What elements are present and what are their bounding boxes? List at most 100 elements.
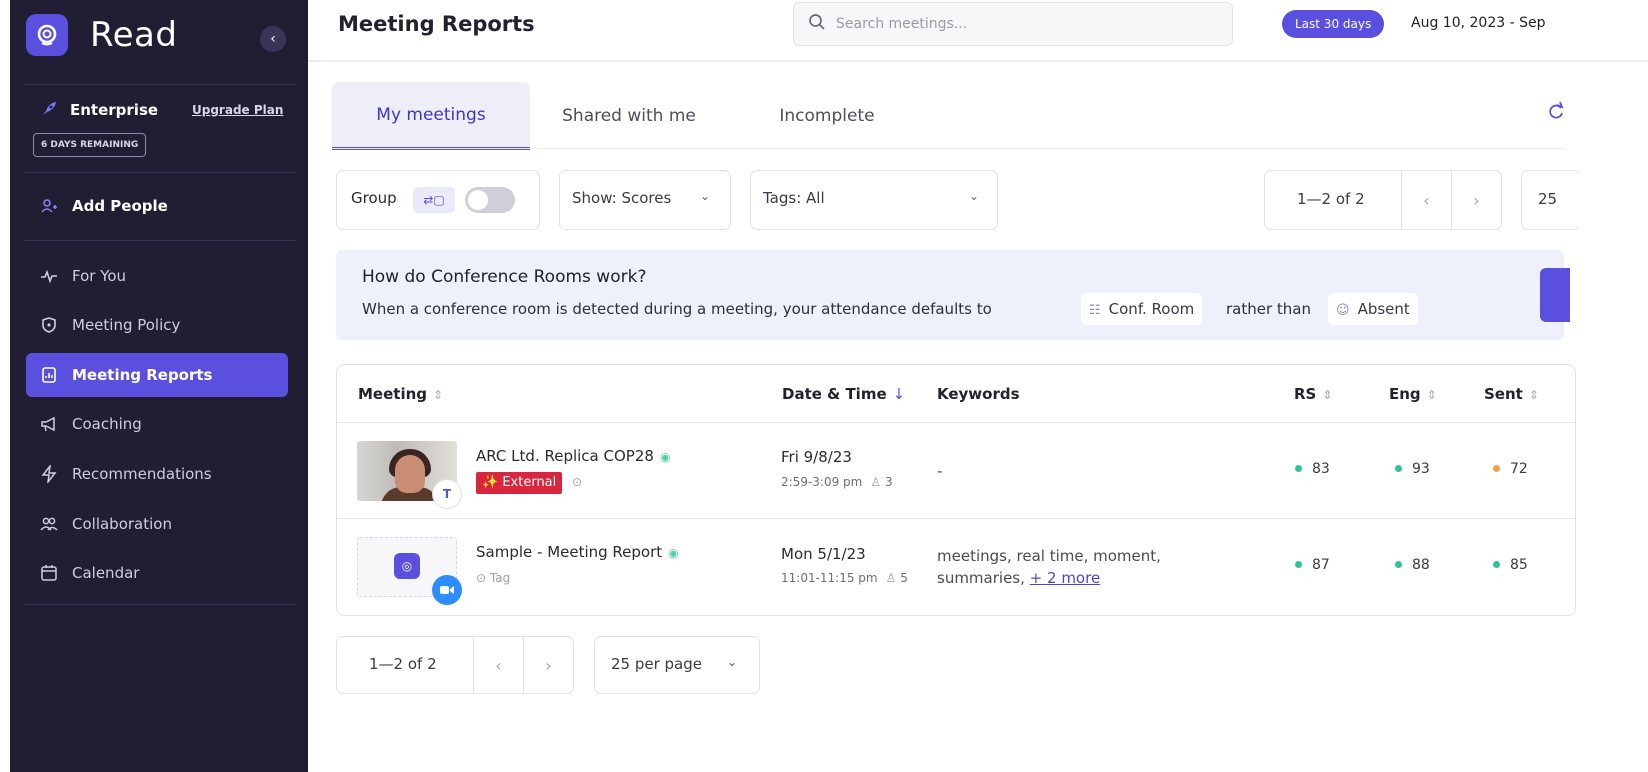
add-people-button[interactable]: Add People — [26, 184, 288, 228]
people-icon: ☷ — [1089, 303, 1101, 318]
date-range-picker[interactable]: Aug 10, 2023 - Sep — [1411, 15, 1648, 31]
attendees-icon: ♙ — [885, 571, 901, 585]
col-meeting-label: Meeting — [358, 385, 428, 403]
score-dot — [1493, 560, 1500, 568]
sent-score: 72 — [1493, 461, 1528, 477]
tags-select[interactable]: Tags: All ⌄ — [750, 170, 998, 230]
next-page-button[interactable]: › — [1451, 171, 1501, 229]
conf-room-label: Conf. Room — [1108, 300, 1195, 318]
sidebar-item-coaching[interactable]: Coaching — [26, 402, 288, 446]
attendees-icon: ♙ — [870, 475, 885, 489]
sidebar-item-collaboration[interactable]: Collaboration — [26, 502, 288, 546]
search-box[interactable] — [793, 2, 1233, 46]
row-divider — [337, 422, 1575, 423]
more-keywords-link[interactable]: + 2 more — [1030, 569, 1101, 587]
upgrade-plan-link[interactable]: Upgrade Plan — [192, 103, 283, 117]
score-dot — [1493, 464, 1500, 472]
col-date-time[interactable]: Date & Time ↓ — [782, 385, 905, 403]
next-page-button[interactable]: › — [523, 637, 573, 693]
per-page-select-top[interactable]: 25 — [1521, 170, 1581, 230]
shield-icon — [40, 316, 58, 334]
banner-action-button[interactable] — [1540, 268, 1570, 322]
conference-room-banner: How do Conference Rooms work? When a con… — [336, 250, 1564, 340]
header-divider — [308, 60, 1648, 62]
collapse-sidebar-button[interactable]: ‹ — [260, 26, 286, 52]
show-select-value: Show: Scores — [572, 189, 672, 207]
sidebar-item-recommendations[interactable]: Recommendations — [26, 452, 288, 496]
tab-my-meetings[interactable]: My meetings — [332, 82, 530, 150]
sidebar: Read ‹ Enterprise Upgrade Plan 6 DAYS RE… — [10, 0, 308, 772]
search-input[interactable] — [836, 16, 1216, 32]
tab-incomplete[interactable]: Incomplete — [728, 82, 926, 150]
sidebar-item-calendar[interactable]: Calendar — [26, 551, 288, 595]
read-logo-icon — [26, 14, 68, 56]
zoom-icon — [432, 575, 462, 605]
sidebar-item-label: Collaboration — [72, 515, 172, 533]
meeting-time: 2:59-3:09 pm ♙ 3 — [781, 475, 893, 489]
keywords: meetings, real time, moment, summaries, +… — [937, 545, 1161, 589]
sort-icon: ⇕ — [1322, 388, 1333, 402]
keywords-line: summaries, — [937, 569, 1025, 587]
rs-value: 87 — [1312, 557, 1330, 573]
score-dot — [1295, 464, 1302, 472]
thumbnail-face — [395, 455, 425, 493]
per-page-select[interactable]: 25 per page ⌄ — [594, 636, 760, 694]
banner-title: How do Conference Rooms work? — [362, 267, 647, 287]
verified-icon: ◉ — [668, 546, 679, 560]
group-toggle[interactable] — [465, 187, 515, 213]
per-page-value: 25 — [1538, 190, 1558, 208]
col-sent[interactable]: Sent ⇕ — [1484, 385, 1539, 403]
refresh-icon[interactable] — [1548, 100, 1564, 125]
meeting-title-text: Sample - Meeting Report — [476, 543, 663, 561]
eng-score: 88 — [1395, 557, 1430, 573]
group-control: Group ⇄▢ — [336, 170, 540, 230]
sort-icon: ⇕ — [433, 388, 444, 402]
plan-name: Enterprise — [70, 101, 159, 119]
rs-score: 83 — [1295, 461, 1330, 477]
add-person-icon — [40, 197, 58, 215]
keywords: - — [937, 462, 943, 480]
meeting-title[interactable]: ARC Ltd. Replica COP28 ◉ — [476, 447, 670, 465]
col-eng[interactable]: Eng ⇕ — [1389, 385, 1437, 403]
sidebar-item-meeting-policy[interactable]: Meeting Policy — [26, 303, 288, 347]
attendee-count: 5 — [900, 571, 908, 585]
sidebar-item-label: Calendar — [72, 564, 140, 582]
bolt-icon — [40, 465, 58, 483]
tag-label: Tag — [489, 571, 511, 585]
banner-text-middle: rather than — [1226, 300, 1311, 318]
sidebar-item-for-you[interactable]: For You — [26, 254, 288, 298]
tag-add-icon[interactable]: ⊙ — [572, 475, 582, 489]
tab-shared-with-me[interactable]: Shared with me — [530, 82, 728, 150]
date-preset-button[interactable]: Last 30 days — [1282, 10, 1385, 38]
col-date-time-label: Date & Time — [782, 385, 887, 403]
calendar-icon — [40, 564, 58, 582]
add-people-label: Add People — [72, 197, 168, 215]
meetings-table: Meeting ⇕ Date & Time ↓ Keywords RS ⇕ Eng ⇕ … — [336, 364, 1576, 616]
score-dot — [1295, 560, 1302, 568]
sidebar-item-label: Meeting Reports — [72, 366, 213, 384]
meeting-date: Mon 5/1/23 — [781, 545, 866, 563]
chevron-down-icon: ⌄ — [700, 189, 711, 203]
pulse-icon — [40, 267, 58, 285]
days-remaining-badge: 6 DAYS REMAINING — [33, 133, 147, 157]
prev-page-button[interactable]: ‹ — [1401, 171, 1451, 229]
col-keywords: Keywords — [937, 385, 1020, 403]
brand[interactable]: Read — [26, 14, 177, 56]
sidebar-item-meeting-reports[interactable]: Meeting Reports — [26, 353, 288, 397]
chevron-left-icon: ‹ — [270, 31, 276, 47]
divider — [24, 84, 296, 85]
person-icon: ☺ — [1336, 303, 1350, 318]
score-dot — [1395, 560, 1402, 568]
sort-icon: ⇕ — [1426, 388, 1437, 402]
meeting-title[interactable]: Sample - Meeting Report ◉ — [476, 543, 679, 561]
col-meeting[interactable]: Meeting ⇕ — [358, 385, 443, 403]
prev-page-button[interactable]: ‹ — [473, 637, 523, 693]
chevron-left-icon: ‹ — [495, 655, 502, 675]
page-title: Meeting Reports — [338, 12, 535, 36]
rocket-icon — [40, 100, 58, 122]
add-tag-button[interactable]: ⊙ Tag — [476, 571, 510, 585]
show-select[interactable]: Show: Scores ⌄ — [559, 170, 731, 230]
divider — [24, 240, 296, 241]
col-rs[interactable]: RS ⇕ — [1294, 385, 1332, 403]
tabs-divider — [332, 148, 1564, 149]
